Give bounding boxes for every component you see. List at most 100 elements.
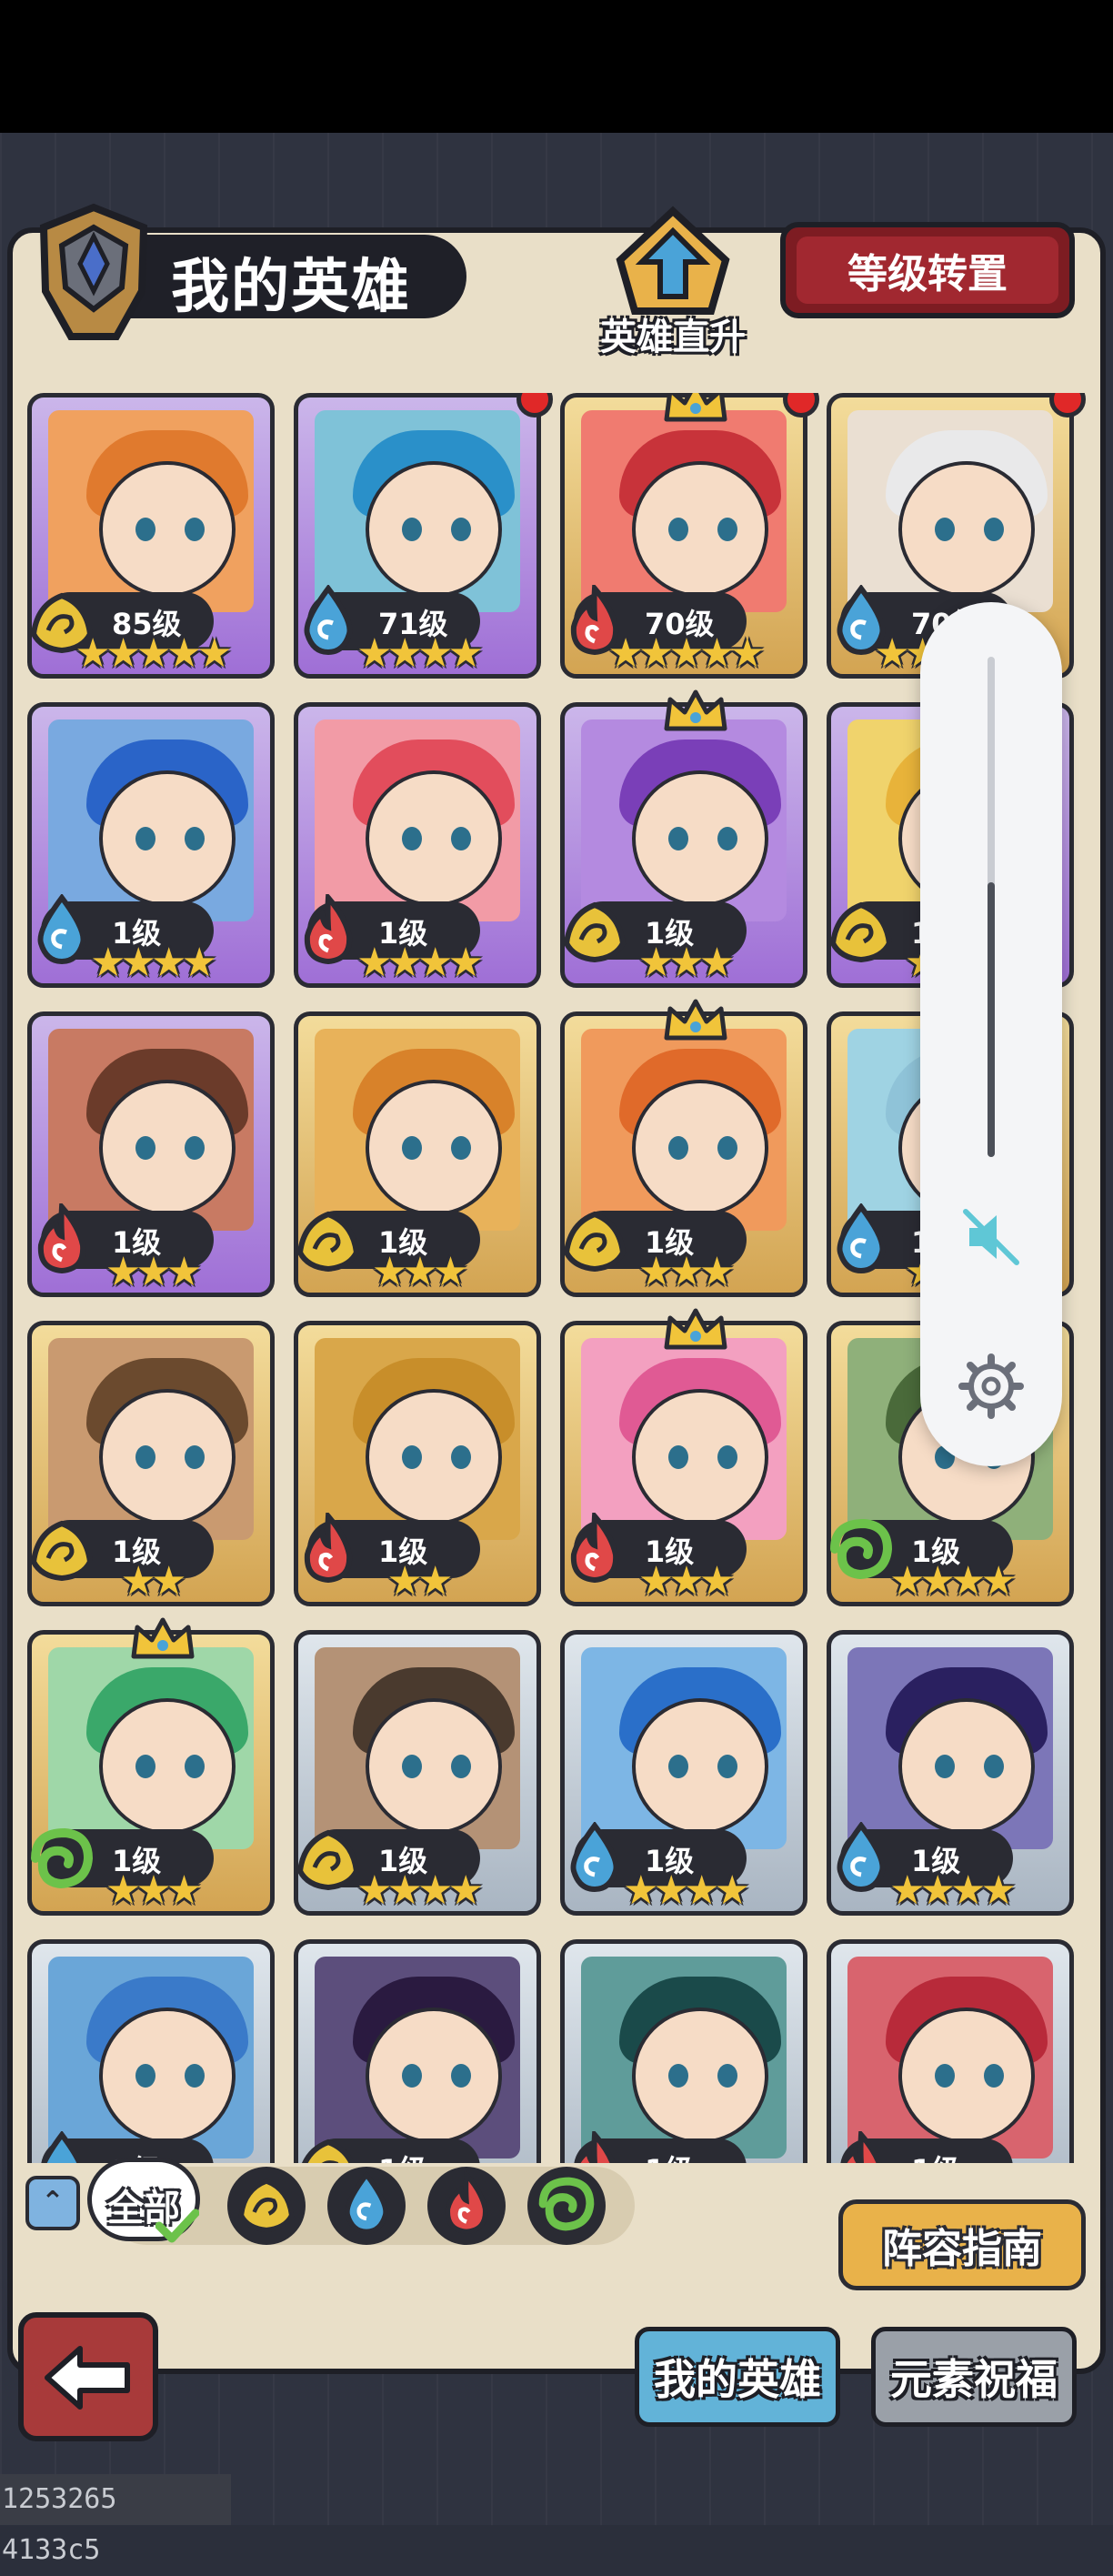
hero-eye	[402, 827, 422, 850]
star-icon: ★	[668, 630, 705, 677]
hero-face	[898, 2007, 1035, 2144]
hero-portrait	[847, 410, 1053, 612]
hero-face	[632, 770, 768, 907]
hero-stars: ★★★★	[298, 630, 536, 678]
hero-face	[99, 1389, 236, 1525]
helmet-icon	[39, 203, 148, 340]
star-icon: ★	[653, 1867, 690, 1914]
hero-stars: ★★★	[565, 1249, 803, 1296]
hero-eye	[717, 827, 737, 850]
hero-portrait	[581, 1647, 787, 1849]
hero-eye	[984, 2064, 1004, 2088]
hero-portrait	[581, 1957, 787, 2158]
hero-eye	[935, 1755, 955, 1778]
hero-level: 1级	[645, 2148, 694, 2163]
hero-portrait	[847, 1647, 1053, 1849]
back-arrow-icon	[45, 2346, 130, 2410]
hero-portrait	[315, 1338, 520, 1540]
star-icon: ★	[698, 940, 736, 986]
hero-card[interactable]: 1级	[294, 1939, 541, 2163]
star-icon: ★	[356, 940, 393, 986]
hero-card[interactable]: 1级★★★	[27, 1617, 275, 1916]
hero-card[interactable]: 85级 ★★★★★	[27, 393, 275, 679]
star-icon: ★	[371, 1249, 408, 1295]
level-transfer-button[interactable]: 等级转置	[780, 222, 1075, 318]
back-button[interactable]	[18, 2312, 158, 2441]
hero-face	[99, 1698, 236, 1835]
hero-eye	[668, 1136, 688, 1160]
mute-icon[interactable]	[957, 1202, 1026, 1272]
water-element-icon	[41, 2131, 83, 2163]
page-title: 我的英雄	[171, 254, 411, 321]
fire-element-icon	[840, 2131, 882, 2163]
hero-card[interactable]: 1级 ★★★★	[294, 1630, 541, 1916]
notification-dot	[1049, 393, 1086, 418]
hero-eye	[451, 518, 471, 541]
hero-card[interactable]: 1级 ★★★★	[294, 702, 541, 988]
hero-card[interactable]: 1级 ★★	[27, 1321, 275, 1606]
star-icon: ★	[135, 1867, 172, 1914]
hero-eye	[668, 1755, 688, 1778]
star-icon: ★	[623, 1867, 659, 1914]
star-icon: ★	[151, 940, 187, 986]
water-element-icon	[345, 2170, 388, 2235]
star-icon: ★	[637, 1249, 675, 1295]
star-icon: ★	[181, 940, 217, 986]
earth-element-icon	[302, 2138, 355, 2163]
hero-card[interactable]: 1级 ★★★★	[27, 702, 275, 988]
tab-my-heroes[interactable]: 我的英雄	[635, 2327, 840, 2427]
star-icon: ★	[668, 1249, 705, 1295]
hero-face	[366, 1080, 502, 1216]
star-icon: ★	[417, 940, 454, 986]
hero-card[interactable]: 1级★★★	[560, 999, 807, 1297]
hero-stars: ★★★★	[298, 1867, 536, 1915]
hero-eye	[451, 1136, 471, 1160]
hero-card[interactable]: 1级	[27, 1939, 275, 2163]
crown-icon	[131, 1617, 195, 1659]
filter-water-button[interactable]	[324, 2167, 407, 2245]
hero-card[interactable]: 1级★★★	[27, 1011, 275, 1297]
hero-card[interactable]: 71级 ★★★★	[294, 393, 553, 679]
hero-eye	[668, 1445, 688, 1469]
gear-icon[interactable]	[957, 1352, 1026, 1421]
hero-card[interactable]: 70级★★★★★	[560, 393, 819, 679]
collapse-button[interactable]: ⌃	[25, 2176, 80, 2230]
hero-card[interactable]: 1级	[560, 1939, 807, 2163]
hero-eye	[185, 518, 205, 541]
hero-face	[898, 461, 1035, 598]
hero-card[interactable]: 1级★★★	[294, 1011, 541, 1297]
hero-stars: ★★★	[565, 940, 803, 987]
hero-upgrade-button[interactable]: 英雄直升	[600, 206, 746, 358]
lineup-guide-button[interactable]: 阵容指南	[838, 2199, 1086, 2290]
hero-portrait	[315, 1957, 520, 2158]
hero-card[interactable]: 1级	[827, 1939, 1074, 2163]
crown-icon	[664, 999, 727, 1041]
tab-element-blessing[interactable]: 元素祝福	[871, 2327, 1077, 2427]
hero-card[interactable]: 1级 ★★	[294, 1321, 541, 1606]
star-icon: ★	[668, 1558, 705, 1605]
filter-earth-button[interactable]	[224, 2167, 307, 2245]
hero-portrait	[315, 1029, 520, 1231]
hero-eye	[185, 2064, 205, 2088]
star-icon: ★	[637, 940, 675, 986]
filter-fire-button[interactable]	[424, 2167, 507, 2245]
hero-stars: ★★★	[565, 1558, 803, 1605]
hero-eye	[185, 1755, 205, 1778]
filter-all-button[interactable]: 全部	[87, 2158, 200, 2243]
filter-wind-button[interactable]	[524, 2167, 607, 2245]
hero-card[interactable]: 1级 ★★★★	[827, 1630, 1074, 1916]
level-transfer-label: 等级转置	[797, 236, 1058, 304]
star-icon: ★	[151, 1558, 187, 1605]
star-icon: ★	[386, 1867, 424, 1914]
volume-slider[interactable]	[988, 657, 995, 1157]
hero-eye	[451, 1755, 471, 1778]
hero-stars: ★★★	[298, 1249, 536, 1296]
hero-card[interactable]: 1级 ★★★★	[560, 1630, 807, 1916]
hero-card[interactable]: 1级★★★	[560, 1308, 807, 1606]
star-icon: ★	[684, 1867, 720, 1914]
hero-card[interactable]: 1级★★★	[560, 689, 807, 988]
hero-portrait	[48, 1957, 254, 2158]
hero-face	[632, 461, 768, 598]
hero-eye	[402, 1445, 422, 1469]
status-bar	[0, 0, 1113, 133]
